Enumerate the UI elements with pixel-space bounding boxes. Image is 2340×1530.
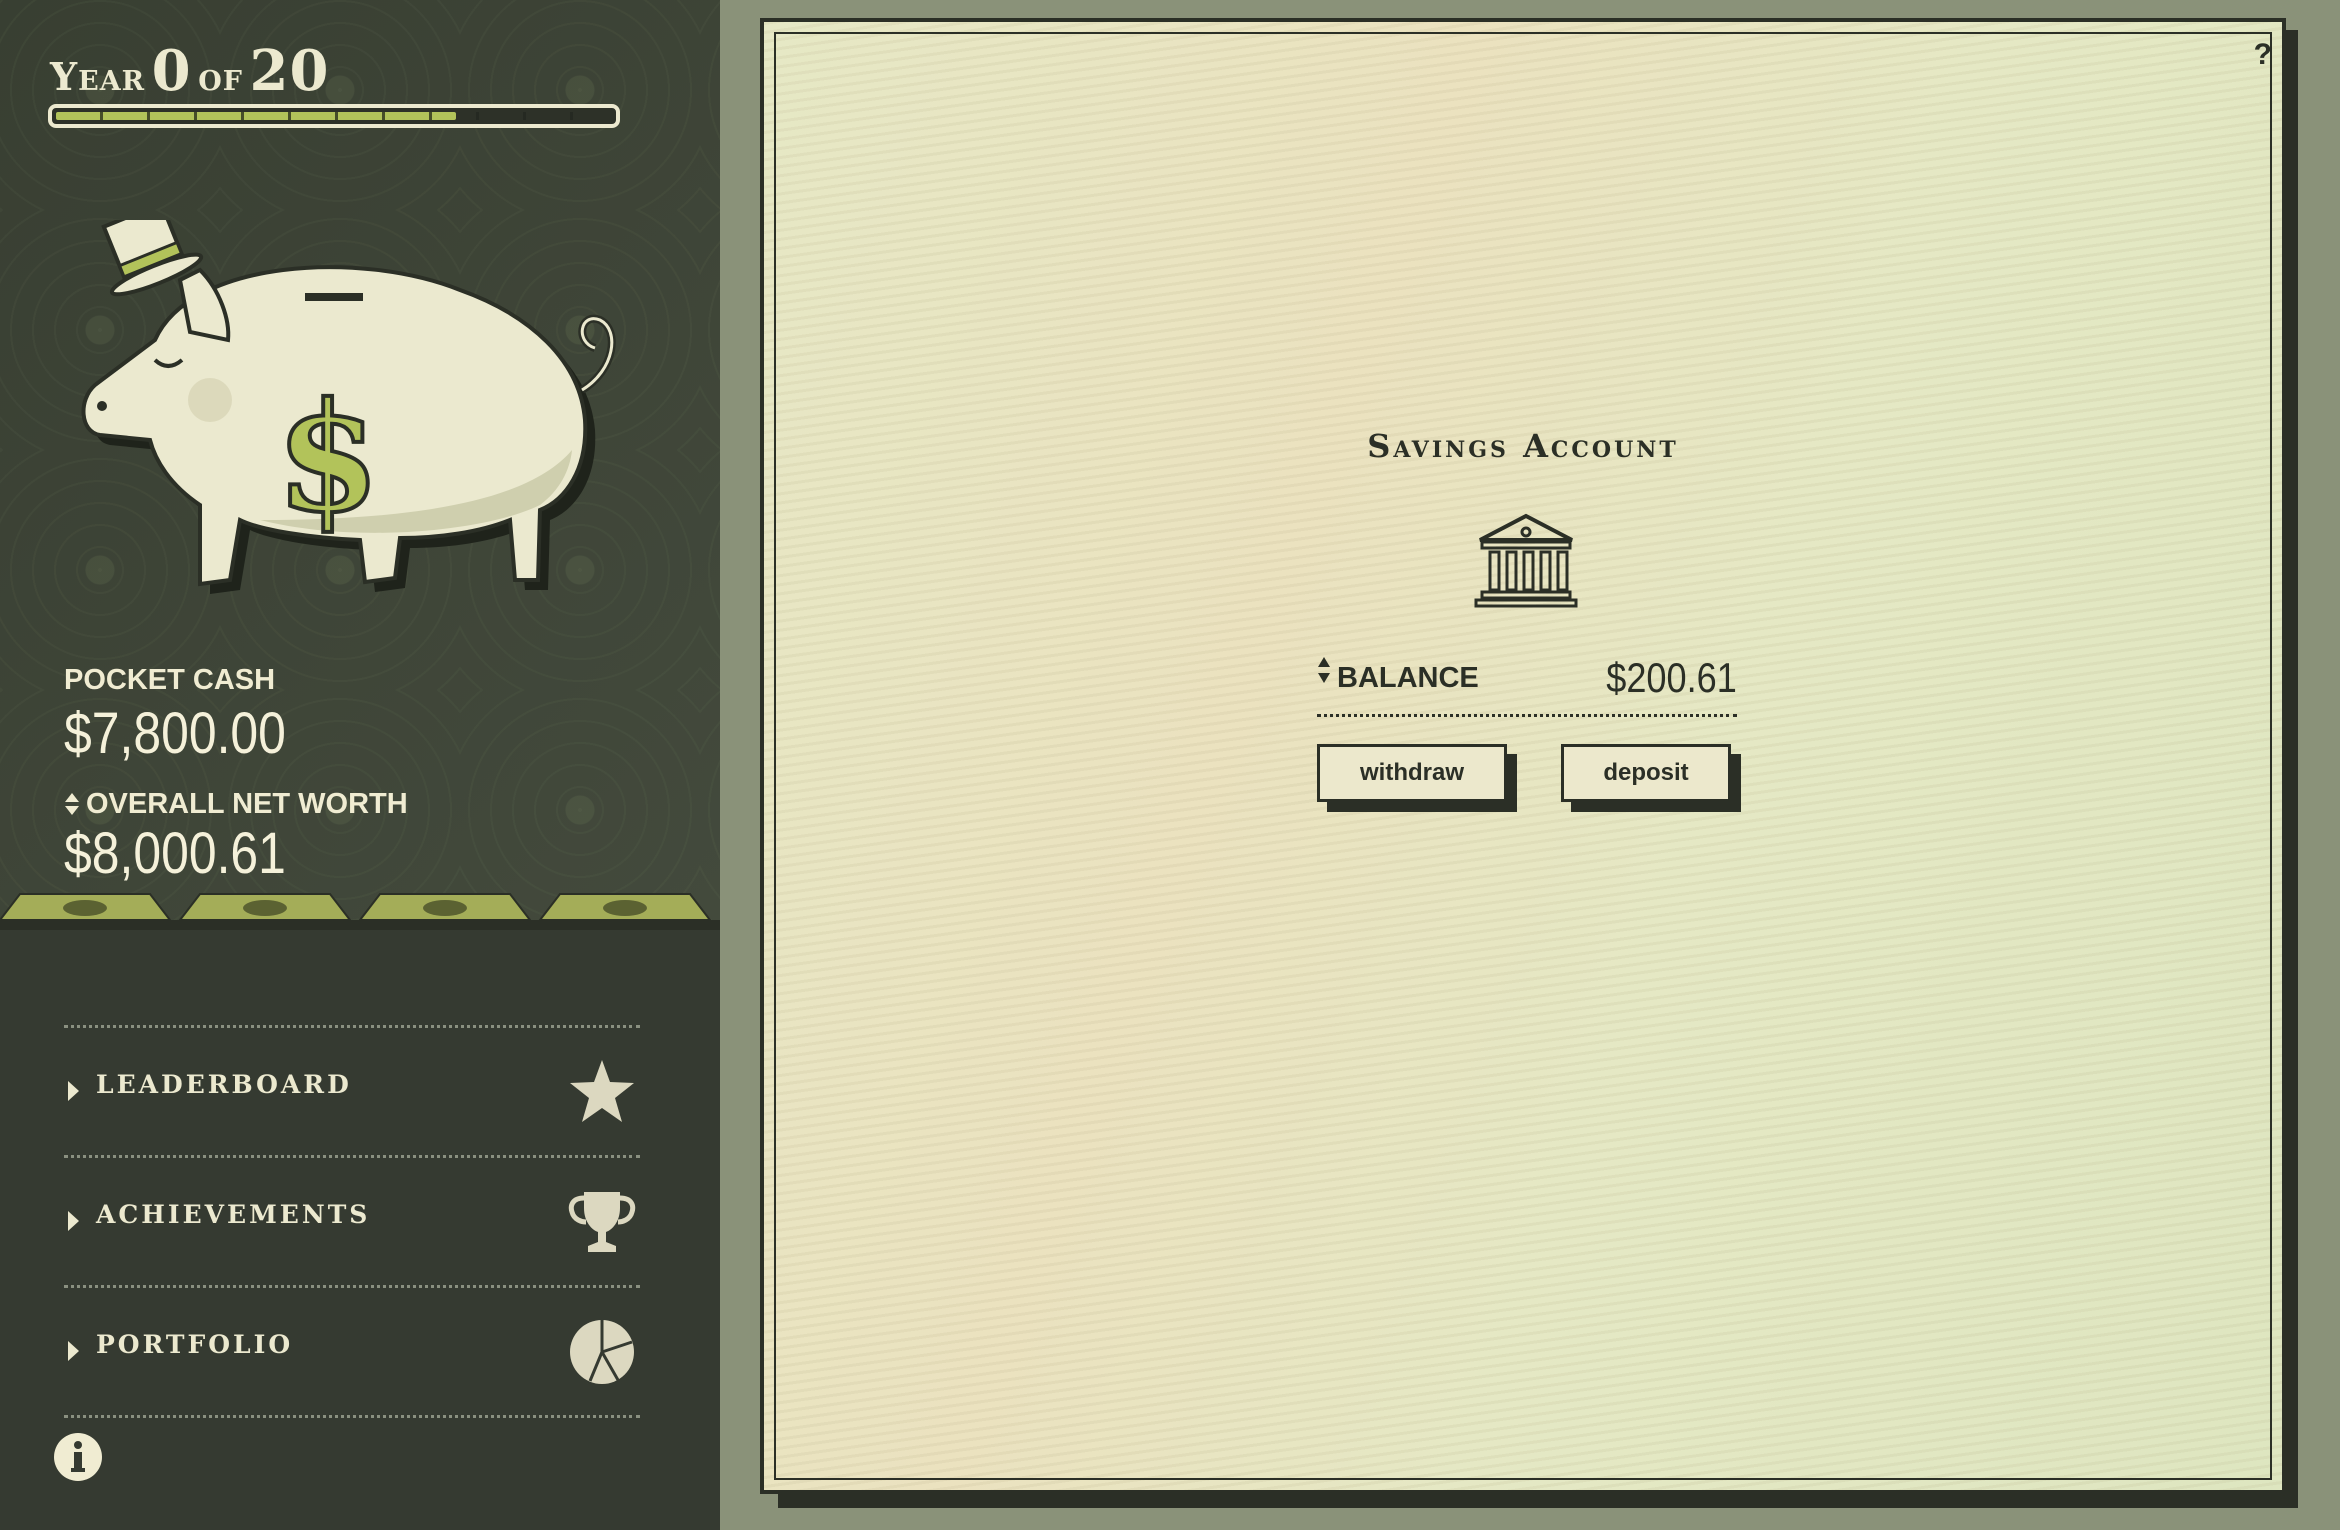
year-word: Year (50, 54, 146, 99)
menu-item-achievements[interactable]: Achievements (64, 1158, 640, 1285)
pocket-cash-label: POCKET CASH (64, 664, 276, 696)
dollar-bills-decoration (0, 893, 720, 930)
piggy-bank-illustration: $ (81, 220, 616, 594)
year-progress-bar (48, 104, 620, 128)
year-counter: Year 0 of 20 (50, 38, 329, 104)
info-icon[interactable] (53, 1432, 103, 1482)
caret-right-icon (68, 1341, 79, 1361)
year-of: of (198, 54, 243, 99)
menu-item-leaderboard[interactable]: Leaderboard (64, 1028, 640, 1155)
sidebar-menu: Leaderboard Achievements Portfolio (64, 1025, 640, 1418)
help-button[interactable]: ? (2254, 38, 2272, 72)
menu-item-portfolio[interactable]: Portfolio (64, 1288, 640, 1415)
net-worth-sort-icon[interactable] (64, 792, 80, 816)
withdraw-button[interactable]: withdraw (1317, 744, 1507, 802)
menu-item-label: Portfolio (96, 1330, 294, 1359)
net-worth-value: $8,000.61 (64, 821, 286, 886)
account-title: Savings Account (1367, 427, 1679, 465)
balance-row: BALANCE $200.61 (1317, 652, 1737, 717)
deposit-button[interactable]: deposit (1561, 744, 1731, 802)
current-year: 0 (151, 38, 192, 104)
svg-text:$: $ (276, 370, 380, 546)
panel-inner-border (774, 32, 2272, 1480)
progress-ticks (56, 112, 612, 120)
menu-item-label: Leaderboard (96, 1070, 352, 1099)
net-worth-label: OVERALL NET WORTH (86, 788, 408, 820)
withdraw-button-wrapper: withdraw (1317, 744, 1517, 812)
total-years: 20 (249, 38, 330, 104)
deposit-button-wrapper: deposit (1561, 744, 1741, 812)
star-icon (570, 1060, 634, 1122)
trophy-icon (568, 1192, 636, 1252)
savings-account-panel: ? Savings Account BALANCE $200.61 withdr… (760, 18, 2286, 1494)
balance-label: BALANCE (1337, 662, 1479, 694)
bank-icon (1474, 513, 1578, 608)
sidebar: Year 0 of 20 $ POCKET CASH $7,800.00 OVE… (0, 0, 720, 1530)
balance-sort-icon[interactable] (1317, 656, 1331, 684)
menu-item-label: Achievements (96, 1200, 371, 1229)
menu-divider (64, 1415, 640, 1418)
caret-right-icon (68, 1081, 79, 1101)
sidebar-stats-panel: Year 0 of 20 $ POCKET CASH $7,800.00 OVE… (0, 0, 720, 930)
pie-chart-icon (570, 1320, 634, 1384)
pocket-cash-value: $7,800.00 (64, 701, 286, 766)
caret-right-icon (68, 1211, 79, 1231)
balance-value: $200.61 (1606, 654, 1737, 701)
